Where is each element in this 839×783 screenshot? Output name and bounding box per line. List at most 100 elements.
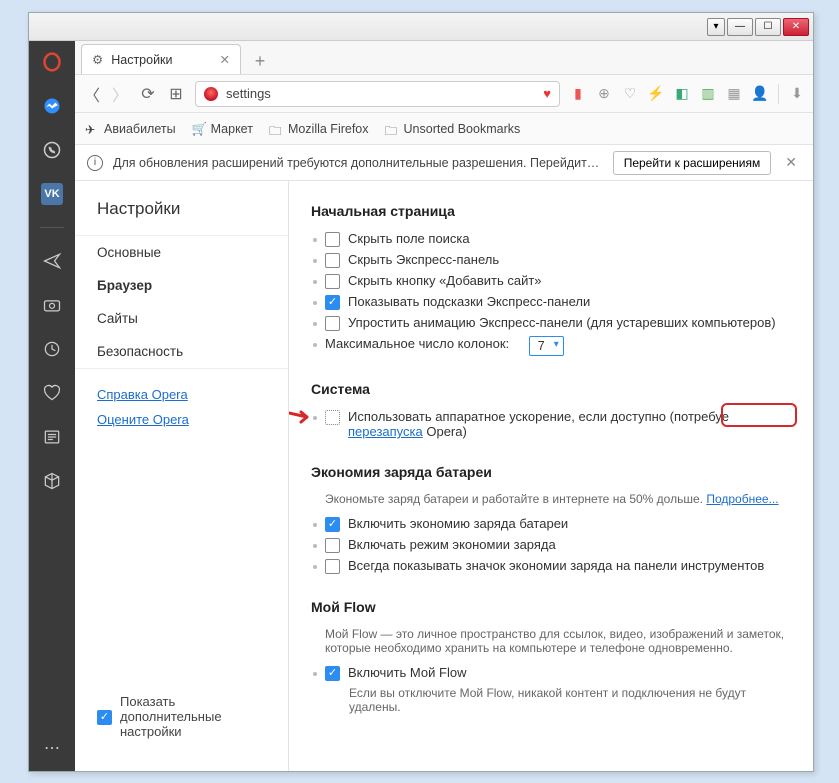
history-icon[interactable] xyxy=(41,338,63,360)
left-sidebar: VK ⋯ xyxy=(29,41,75,771)
battery-icon-checkbox[interactable] xyxy=(325,559,340,574)
section-home-title: Начальная страница xyxy=(311,203,791,219)
sidebar-menu-icon[interactable]: ⋯ xyxy=(41,737,63,759)
flow-enable-label: Включить Мой Flow xyxy=(348,665,466,680)
bookmark-folder[interactable]: 🗀 Unsorted Bookmarks xyxy=(385,122,521,136)
battery-desc: Экономьте заряд батареи и работайте в ин… xyxy=(311,490,791,514)
tab-strip: ⚙ Настройки ✕ + xyxy=(75,41,813,75)
hide-add-checkbox[interactable] xyxy=(325,274,340,289)
bookmark-label: Unsorted Bookmarks xyxy=(404,122,521,136)
tab-close-icon[interactable]: ✕ xyxy=(220,52,230,67)
show-hints-checkbox[interactable] xyxy=(325,295,340,310)
heart-icon[interactable] xyxy=(41,382,63,404)
opera-url-icon xyxy=(204,87,218,101)
bookmark-label: Mozilla Firefox xyxy=(288,122,369,136)
battery-mode-checkbox[interactable] xyxy=(325,538,340,553)
notification-text: Для обновления расширений требуются допо… xyxy=(113,156,603,170)
tab-settings[interactable]: ⚙ Настройки ✕ xyxy=(81,44,241,74)
hardware-accel-label: Использовать аппаратное ускорение, если … xyxy=(348,409,791,439)
cart-icon: 🛒 xyxy=(192,122,206,136)
shield-icon[interactable]: ♡ xyxy=(622,86,638,102)
opera-logo-icon[interactable] xyxy=(41,51,63,73)
vk-icon[interactable]: VK xyxy=(41,183,63,205)
hide-search-checkbox[interactable] xyxy=(325,232,340,247)
hide-speed-label: Скрыть Экспресс-панель xyxy=(348,252,499,267)
info-icon: i xyxy=(87,155,103,171)
show-advanced-checkbox[interactable] xyxy=(97,710,112,725)
sep xyxy=(778,84,779,104)
extensions-icon[interactable]: ▦ xyxy=(726,86,742,102)
window-maximize-button[interactable]: ☐ xyxy=(755,18,781,36)
bookmark-item[interactable]: 🛒 Маркет xyxy=(192,122,253,136)
settings-heading: Настройки xyxy=(75,199,288,235)
hide-add-label: Скрыть кнопку «Добавить сайт» xyxy=(348,273,542,288)
hide-search-label: Скрыть поле поиска xyxy=(348,231,470,246)
camera-icon[interactable] xyxy=(41,294,63,316)
max-cols-select[interactable]: 7 xyxy=(529,336,564,356)
battery-enable-checkbox[interactable] xyxy=(325,517,340,532)
notification-close-icon[interactable]: ✕ xyxy=(781,154,801,171)
plane-icon: ✈ xyxy=(85,122,99,136)
hide-speed-checkbox[interactable] xyxy=(325,253,340,268)
flow-note: Если вы отключите Мой Flow, никакой конт… xyxy=(311,684,791,722)
sidenav-item-browser[interactable]: Браузер xyxy=(75,269,288,302)
window-close-button[interactable]: ✕ xyxy=(783,18,809,36)
show-advanced-label: Показать дополнительные настройки xyxy=(120,694,266,739)
settings-page: Начальная страница Скрыть поле поиска Ск… xyxy=(289,181,813,771)
adblock-icon[interactable]: ▮ xyxy=(570,86,586,102)
notification-bar: i Для обновления расширений требуются до… xyxy=(75,145,813,181)
simplify-label: Упростить анимацию Экспресс-панели (для … xyxy=(348,315,776,330)
bookmark-item[interactable]: ✈ Авиабилеты xyxy=(85,122,176,136)
battery-icon-label: Всегда показывать значок экономии заряда… xyxy=(348,558,764,573)
sidenav-item-sites[interactable]: Сайты xyxy=(75,302,288,335)
address-bar: 〈 〉 ⟳ ⊞ settings ♥ ▮ ⊕ ♡ ⚡ ◧ ▥ ▦ 👤 xyxy=(75,75,813,113)
go-to-extensions-button[interactable]: Перейти к расширениям xyxy=(613,151,772,175)
url-text: settings xyxy=(226,86,271,101)
window-frame: ▾ — ☐ ✕ VK ⋯ ⚙ Настройки ✕ xyxy=(28,12,814,772)
bookmark-label: Маркет xyxy=(211,122,253,136)
window-help-button[interactable]: ▾ xyxy=(707,18,725,36)
ext2-icon[interactable]: ◧ xyxy=(674,86,690,102)
reload-button[interactable]: ⟳ xyxy=(139,85,157,103)
sync-icon[interactable]: 👤 xyxy=(752,86,768,102)
bookmark-heart-icon[interactable]: ♥ xyxy=(543,86,551,101)
section-system-title: Система xyxy=(311,381,791,397)
ext3-icon[interactable]: ▥ xyxy=(700,86,716,102)
sidenav-item-security[interactable]: Безопасность xyxy=(75,335,288,368)
callout-arrow-icon xyxy=(289,409,313,425)
bookmark-label: Авиабилеты xyxy=(104,122,176,136)
help-link[interactable]: Справка Opera xyxy=(97,387,266,402)
sidenav-item-basic[interactable]: Основные xyxy=(75,236,288,269)
whatsapp-icon[interactable] xyxy=(41,139,63,161)
bookmark-folder[interactable]: 🗀 Mozilla Firefox xyxy=(269,122,369,136)
folder-icon: 🗀 xyxy=(385,122,399,136)
messenger-icon[interactable] xyxy=(41,95,63,117)
send-icon[interactable] xyxy=(41,250,63,272)
ext1-icon[interactable]: ⚡ xyxy=(648,86,664,102)
separator-icon xyxy=(40,227,64,228)
titlebar: ▾ — ☐ ✕ xyxy=(29,13,813,41)
globe-icon[interactable]: ⊕ xyxy=(596,86,612,102)
speed-dial-button[interactable]: ⊞ xyxy=(167,85,185,103)
flow-enable-checkbox[interactable] xyxy=(325,666,340,681)
battery-more-link[interactable]: Подробнее... xyxy=(706,492,778,506)
url-input[interactable]: settings ♥ xyxy=(195,81,560,107)
gear-icon: ⚙ xyxy=(92,52,103,67)
forward-button[interactable]: 〉 xyxy=(111,85,129,103)
show-hints-label: Показывать подсказки Экспресс-панели xyxy=(348,294,590,309)
battery-enable-label: Включить экономию заряда батареи xyxy=(348,516,568,531)
news-icon[interactable] xyxy=(41,426,63,448)
bookmarks-bar: ✈ Авиабилеты 🛒 Маркет 🗀 Mozilla Firefox 🗀 Un… xyxy=(75,113,813,145)
simplify-checkbox[interactable] xyxy=(325,316,340,331)
rate-link[interactable]: Оцените Opera xyxy=(97,412,266,427)
cube-icon[interactable] xyxy=(41,470,63,492)
max-cols-label: Максимальное число колонок: xyxy=(325,336,509,351)
folder-icon: 🗀 xyxy=(269,122,283,136)
download-icon[interactable]: ⬇ xyxy=(789,86,805,102)
show-advanced-row[interactable]: Показать дополнительные настройки xyxy=(75,680,288,753)
window-minimize-button[interactable]: — xyxy=(727,18,753,36)
hardware-accel-checkbox[interactable] xyxy=(325,410,340,425)
restart-link[interactable]: перезапуска xyxy=(348,424,423,439)
back-button[interactable]: 〈 xyxy=(83,85,101,103)
new-tab-button[interactable]: + xyxy=(245,48,275,74)
